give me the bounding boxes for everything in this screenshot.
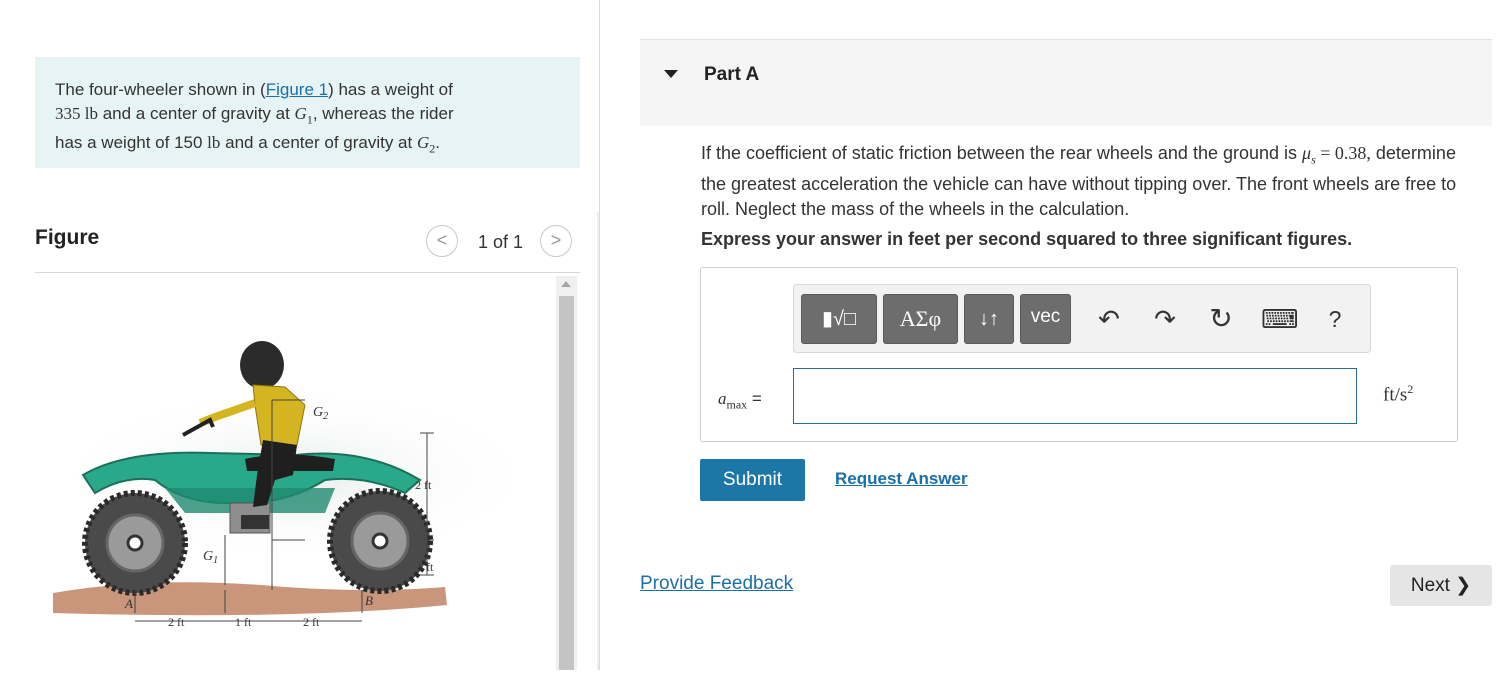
submit-button[interactable]: Submit [700, 459, 805, 501]
unit-exponent: 2 [1407, 382, 1414, 396]
mu-value: = 0.38, [1315, 143, 1371, 163]
problem-text: and a center of gravity at [220, 133, 417, 153]
previous-figure-button[interactable]: < [426, 225, 458, 257]
next-figure-button[interactable]: > [540, 225, 572, 257]
figure-image: G2 G1 A B 2 ft 1 ft 2 ft 1 ft 2 ft [35, 275, 555, 670]
problem-text: , whereas the rider [312, 104, 454, 123]
help-icon[interactable]: ? [1319, 303, 1351, 335]
answer-input[interactable] [793, 368, 1357, 424]
problem-text: and a center of gravity at [97, 104, 295, 123]
g2-symbol: G [416, 133, 430, 153]
answer-instruction: Express your answer in feet per second s… [701, 229, 1353, 249]
question-text: If the coefficient of static friction be… [701, 141, 1471, 221]
part-a-header[interactable]: Part A [640, 39, 1492, 126]
dim-2ft-left: 2 ft [168, 615, 185, 629]
arrows-button[interactable]: ↓↑ [964, 294, 1014, 344]
redo-icon[interactable]: ↷ [1149, 303, 1181, 335]
math-toolbar: ▮√□ ΑΣφ ↓↑ vec ↶ ↷ ↻ ⌨ ? [793, 284, 1371, 353]
next-button[interactable]: Next ❯ [1390, 565, 1492, 606]
scroll-up-arrow-icon[interactable] [561, 281, 571, 287]
collapse-caret-icon[interactable] [664, 70, 678, 78]
rear-wheel [82, 490, 188, 596]
unit-text: ft/s [1383, 384, 1408, 406]
g1-symbol: G [294, 104, 307, 123]
question-text-part: If the coefficient of static friction be… [701, 143, 1303, 163]
figure-pager: 1 of 1 [478, 232, 524, 252]
figure-header: Figure < 1 of 1 > [35, 222, 580, 273]
undo-icon[interactable]: ↶ [1093, 303, 1125, 335]
vector-button[interactable]: vec [1020, 294, 1071, 344]
reset-icon[interactable]: ↻ [1205, 303, 1237, 335]
problem-statement: The four-wheeler shown in (Figure 1) has… [35, 57, 580, 168]
keyboard-icon[interactable]: ⌨ [1261, 303, 1299, 335]
greek-symbols-button[interactable]: ΑΣφ [883, 294, 958, 344]
dim-2ft-vertical: 2 ft [415, 478, 432, 492]
figure-label-b: B [365, 593, 373, 608]
answer-box: ▮√□ ΑΣφ ↓↑ vec ↶ ↷ ↻ ⌨ ? amax = ft/s2 [700, 267, 1458, 442]
problem-text: . [435, 133, 440, 153]
scrollbar-thumb[interactable] [559, 296, 574, 670]
figure-link[interactable]: Figure 1 [266, 80, 328, 99]
four-wheeler-illustration: G2 G1 A B 2 ft 1 ft 2 ft 1 ft 2 ft [45, 341, 545, 629]
variable-symbol: a [718, 389, 727, 408]
problem-text: has a weight of 150 [55, 133, 208, 153]
weight-value: 335 lb [55, 104, 98, 123]
dim-2ft-right: 2 ft [303, 615, 320, 629]
problem-text: ) has a weight of [328, 80, 453, 99]
request-answer-link[interactable]: Request Answer [835, 469, 968, 489]
answer-unit: ft/s2 [1383, 382, 1413, 406]
figure-label-a: A [124, 596, 133, 611]
unit-lb: lb [207, 133, 221, 153]
mu-symbol: μ [1302, 143, 1312, 163]
templates-button[interactable]: ▮√□ [801, 294, 877, 344]
figure-title: Figure [35, 226, 100, 249]
front-wheel [327, 488, 433, 594]
figure-scrollbar[interactable] [556, 276, 577, 670]
answer-variable-label: amax = [718, 389, 762, 412]
variable-subscript: max [726, 397, 748, 412]
problem-text: The four-wheeler shown in ( [55, 80, 266, 99]
provide-feedback-link[interactable]: Provide Feedback [640, 573, 793, 595]
column-divider [599, 0, 600, 670]
dim-1ft-vertical: 1 ft [417, 560, 434, 574]
dim-1ft: 1 ft [235, 615, 252, 629]
part-title: Part A [704, 64, 760, 85]
equals-sign: = [747, 389, 762, 408]
